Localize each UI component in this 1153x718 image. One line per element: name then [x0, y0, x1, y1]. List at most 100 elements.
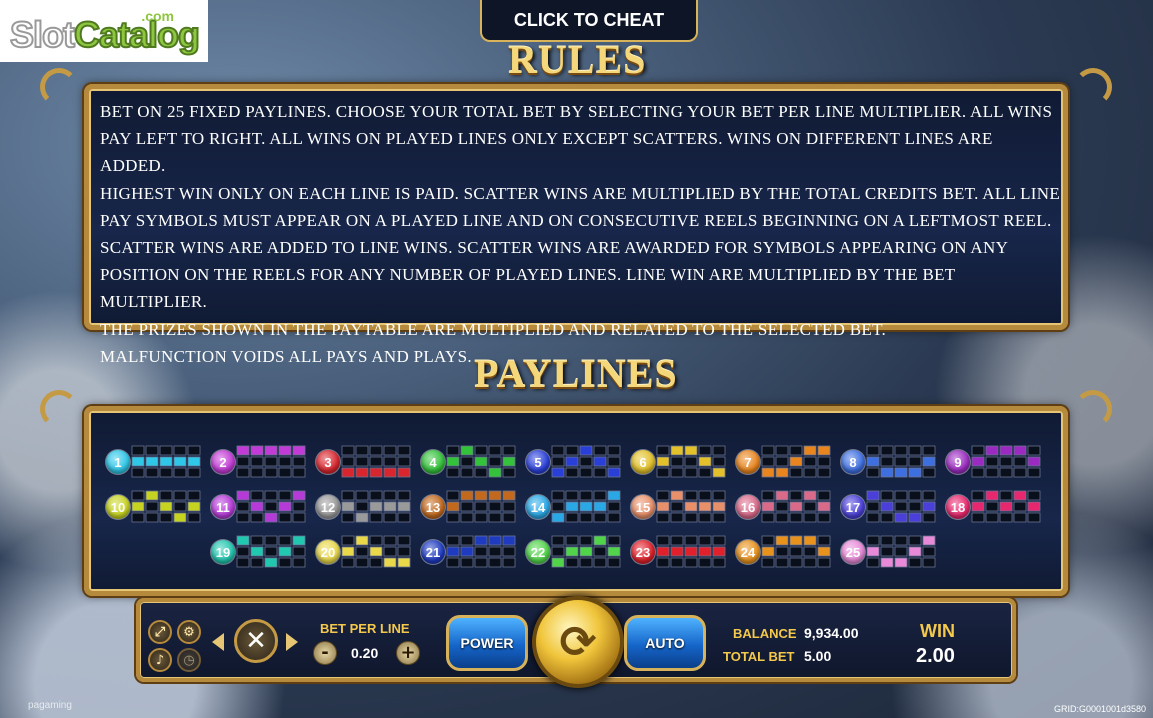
payline-cell-active — [922, 501, 936, 512]
payline-cell — [236, 501, 250, 512]
payline-cell — [656, 467, 670, 478]
payline-cell — [579, 535, 593, 546]
payline-cell — [579, 456, 593, 467]
payline-cell-active — [1027, 456, 1041, 467]
payline-number-badge: 3 — [316, 450, 340, 474]
payline-cell-active — [488, 535, 502, 546]
payline-cell — [474, 501, 488, 512]
payline-cell — [278, 456, 292, 467]
payline-cell — [789, 546, 803, 557]
payline-item: 23 — [631, 534, 727, 570]
payline-cell — [278, 557, 292, 568]
left-arrow-icon[interactable] — [212, 633, 224, 651]
bet-plus-button[interactable]: + — [396, 641, 420, 665]
payline-cell — [698, 557, 712, 568]
payline-cell — [341, 490, 355, 501]
close-button[interactable]: ✕ — [234, 619, 278, 663]
power-button[interactable]: POWER — [446, 615, 528, 671]
payline-cell — [369, 456, 383, 467]
payline-cell — [985, 456, 999, 467]
history-button[interactable]: ◷ — [177, 648, 201, 672]
payline-item: 3 — [316, 444, 412, 480]
payline-cell-active — [593, 456, 607, 467]
settings-button[interactable]: ⚙ — [177, 620, 201, 644]
payline-cell — [397, 535, 411, 546]
payline-cell-active — [761, 467, 775, 478]
payline-cell — [446, 445, 460, 456]
payline-cell — [880, 546, 894, 557]
bet-minus-button[interactable]: - — [313, 641, 337, 665]
payline-cell — [985, 501, 999, 512]
payline-cell — [292, 456, 306, 467]
fullscreen-button[interactable]: ⤢ — [148, 620, 172, 644]
payline-cell — [383, 456, 397, 467]
payline-cell-active — [341, 546, 355, 557]
payline-number-badge: 1 — [106, 450, 130, 474]
payline-cell — [670, 501, 684, 512]
payline-cell — [1013, 501, 1027, 512]
sound-button[interactable]: ♪ — [148, 648, 172, 672]
payline-cell-active — [292, 535, 306, 546]
payline-cell-active — [383, 501, 397, 512]
payline-item: 21 — [421, 534, 517, 570]
rules-line: position on the reels for any number of … — [100, 265, 956, 312]
payline-cell — [607, 557, 621, 568]
payline-cell-active — [474, 456, 488, 467]
payline-cell-active — [922, 535, 936, 546]
payline-cell — [971, 445, 985, 456]
rules-corner-ornament-right — [1074, 68, 1112, 106]
payline-cell — [145, 467, 159, 478]
payline-cell — [369, 557, 383, 568]
paylines-corner-ornament-right — [1074, 390, 1112, 428]
payline-cell — [250, 490, 264, 501]
auto-button[interactable]: AUTO — [624, 615, 706, 671]
payline-cell — [817, 490, 831, 501]
payline-cell — [971, 490, 985, 501]
payline-cell — [264, 467, 278, 478]
payline-cell — [922, 490, 936, 501]
payline-cell — [341, 557, 355, 568]
payline-cell — [131, 445, 145, 456]
payline-number-badge: 7 — [736, 450, 760, 474]
payline-number-badge: 14 — [526, 495, 550, 519]
payline-cell — [894, 490, 908, 501]
right-arrow-icon[interactable] — [286, 633, 298, 651]
payline-cell — [446, 535, 460, 546]
payline-cell — [894, 445, 908, 456]
payline-cell — [250, 456, 264, 467]
bet-per-line-label: BET PER LINE — [320, 621, 410, 636]
payline-cell — [341, 456, 355, 467]
payline-pattern — [761, 535, 831, 568]
payline-cell — [803, 456, 817, 467]
payline-cell-active — [817, 445, 831, 456]
payline-cell — [775, 501, 789, 512]
payline-cell — [250, 535, 264, 546]
payline-cell — [565, 445, 579, 456]
payline-cell-active — [775, 490, 789, 501]
payline-pattern — [341, 535, 411, 568]
payline-cell — [383, 490, 397, 501]
payline-cell-active — [488, 467, 502, 478]
payline-cell — [761, 445, 775, 456]
payline-cell — [446, 512, 460, 523]
payline-cell — [1013, 512, 1027, 523]
payline-cell — [593, 445, 607, 456]
payline-cell-active — [551, 467, 565, 478]
payline-cell — [355, 557, 369, 568]
payline-cell — [985, 512, 999, 523]
payline-cell — [460, 467, 474, 478]
win-value: 2.00 — [916, 645, 955, 667]
payline-cell-active — [565, 456, 579, 467]
brand-footer: pagaming — [28, 700, 72, 711]
payline-cell — [446, 557, 460, 568]
payline-cell-active — [761, 501, 775, 512]
payline-cell — [502, 557, 516, 568]
spin-button[interactable]: ⟳ — [532, 596, 624, 688]
payline-number-badge: 11 — [211, 495, 235, 519]
payline-cell — [565, 512, 579, 523]
payline-cell — [684, 467, 698, 478]
payline-cell — [775, 445, 789, 456]
payline-cell — [908, 557, 922, 568]
payline-number-badge: 15 — [631, 495, 655, 519]
payline-cell-active — [985, 445, 999, 456]
